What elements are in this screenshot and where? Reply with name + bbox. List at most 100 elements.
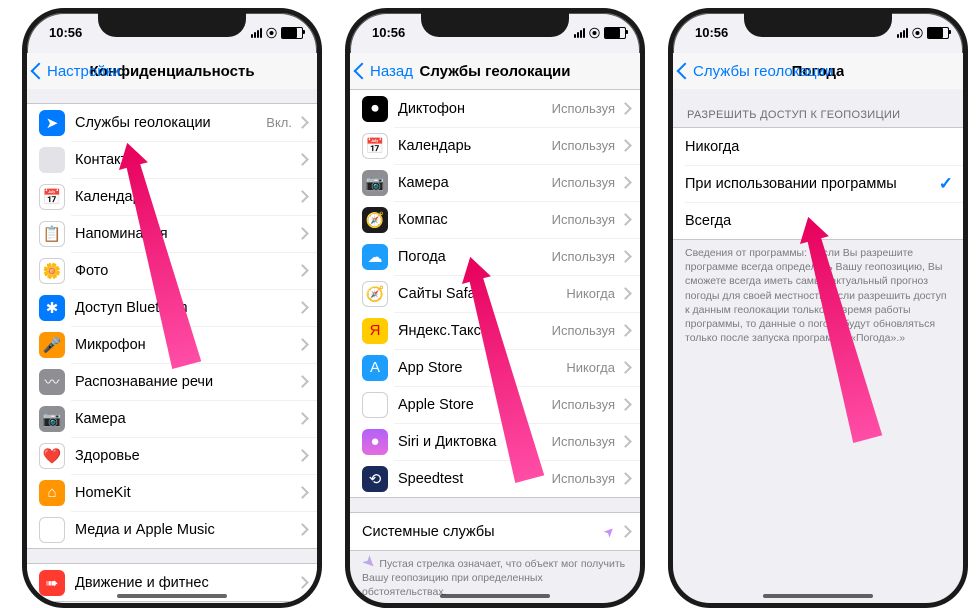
app-icon: ❤️ xyxy=(39,443,65,469)
chevron-right-icon xyxy=(296,523,309,536)
chevron-left-icon xyxy=(354,63,371,80)
settings-list: Никогда При использовании программы✓ Всегд… xyxy=(673,127,963,240)
row-label: Никогда xyxy=(685,139,953,155)
row-trailing: Используя xyxy=(552,471,640,486)
callout-arrow xyxy=(142,139,172,369)
nav-bar: НазадСлужбы геолокации xyxy=(350,53,640,90)
row-reminders[interactable]: 📋Напоминания xyxy=(27,215,317,252)
row-location-services[interactable]: ➤Службы геолокацииВкл. xyxy=(27,104,317,141)
row-calendar[interactable]: 📅 КалендарьИспользуя xyxy=(350,127,640,164)
battery-icon xyxy=(927,27,949,39)
back-label: Настройки xyxy=(47,63,121,80)
row-label: Камера xyxy=(398,175,552,191)
row-label: Камера xyxy=(75,411,298,427)
app-icon: ➤ xyxy=(39,110,65,136)
row-label: Здоровье xyxy=(75,448,298,464)
chevron-right-icon xyxy=(296,486,309,499)
chevron-right-icon xyxy=(296,227,309,240)
app-icon: 📋 xyxy=(39,221,65,247)
row-music[interactable]: ♫Медиа и Apple Music xyxy=(27,511,317,548)
chevron-right-icon xyxy=(296,116,309,129)
chevron-right-icon xyxy=(619,472,632,485)
app-icon: 📅 xyxy=(362,133,388,159)
row-health[interactable]: ❤️ Здоровье xyxy=(27,437,317,474)
row-compass[interactable]: 🧭КомпасИспользуя xyxy=(350,201,640,238)
back-button[interactable]: Назад xyxy=(356,53,413,89)
row-label: Яндекс.Такси xyxy=(398,323,552,339)
row-trailing xyxy=(298,578,317,587)
back-label: Службы геолокации xyxy=(693,63,833,80)
row-value: Используя xyxy=(552,323,615,338)
chevron-right-icon xyxy=(296,301,309,314)
footer-note: Программы, запросившие доступ к Вашим да… xyxy=(27,602,317,603)
opt-never[interactable]: Никогда xyxy=(673,128,963,165)
home-indicator xyxy=(440,594,550,598)
app-icon: 📷 xyxy=(362,170,388,196)
row-trailing xyxy=(298,414,317,423)
row-calendars[interactable]: 📅Календари xyxy=(27,178,317,215)
row-trailing: ✓ xyxy=(939,174,963,194)
battery-icon xyxy=(281,27,303,39)
row-label: Системные службы xyxy=(362,524,604,540)
back-button[interactable]: Службы геолокации xyxy=(679,53,833,89)
signal-icon xyxy=(251,28,262,38)
row-camera[interactable]: 📷 Камера xyxy=(27,400,317,437)
row-speech[interactable]: 〰Распознавание речи xyxy=(27,363,317,400)
app-icon: 📷 xyxy=(39,406,65,432)
row-value: Используя xyxy=(552,471,615,486)
phone-2: 10:56 ⦿ НазадСлужбы геолокации⏺ДиктофонИсп… xyxy=(345,8,645,608)
row-trailing: Никогда xyxy=(566,360,640,375)
row-trailing: Используя xyxy=(552,249,640,264)
row-trailing xyxy=(298,488,317,497)
row-value: Используя xyxy=(552,434,615,449)
app-icon xyxy=(39,147,65,173)
row-value: Никогда xyxy=(566,360,615,375)
row-value: Используя xyxy=(552,175,615,190)
legend-arrow-icon: ➤ xyxy=(361,555,377,571)
row-voicememos[interactable]: ⏺ДиктофонИспользуя xyxy=(350,90,640,127)
row-trailing: Используя xyxy=(552,397,640,412)
chevron-right-icon xyxy=(619,324,632,337)
chevron-right-icon xyxy=(619,435,632,448)
wifi-icon: ⦿ xyxy=(266,25,277,41)
group-header: РАЗРЕШИТЬ ДОСТУП К ГЕОПОЗИЦИИ xyxy=(673,89,963,127)
app-icon: ● xyxy=(362,429,388,455)
app-icon: A xyxy=(362,355,388,381)
row-trailing xyxy=(298,377,317,386)
app-icon: ♫ xyxy=(39,517,65,543)
row-label: Распознавание речи xyxy=(75,374,298,390)
row-label: Apple Store xyxy=(398,397,552,413)
row-value: Используя xyxy=(552,212,615,227)
row-label: Контакты xyxy=(75,152,298,168)
row-camera2[interactable]: 📷 КамераИспользуя xyxy=(350,164,640,201)
row-trailing xyxy=(298,303,317,312)
status-right: ⦿ xyxy=(897,25,949,41)
app-icon: 📅 xyxy=(39,184,65,210)
row-trailing: Используя xyxy=(552,212,640,227)
chevron-right-icon xyxy=(619,139,632,152)
row-label: Всегда xyxy=(685,213,953,229)
row-value: Используя xyxy=(552,101,615,116)
row-system-services[interactable]: Системные службы➤ xyxy=(350,513,640,550)
app-icon: 🌼 xyxy=(39,258,65,284)
row-contacts[interactable]: Контакты xyxy=(27,141,317,178)
row-trailing xyxy=(298,155,317,164)
row-trailing xyxy=(298,525,317,534)
content-area[interactable]: РАЗРЕШИТЬ ДОСТУП К ГЕОПОЗИЦИИ Никогда При … xyxy=(673,89,963,603)
app-icon: ⌂ xyxy=(39,480,65,506)
row-label: Календарь xyxy=(398,138,552,154)
row-homekit[interactable]: ⌂HomeKit xyxy=(27,474,317,511)
chevron-right-icon xyxy=(619,361,632,374)
row-trailing xyxy=(298,451,317,460)
callout-arrow xyxy=(485,253,515,483)
app-icon: 🧭 xyxy=(362,281,388,307)
row-value: Используя xyxy=(552,138,615,153)
phone-1: 10:56⦿НастройкиКонфиденциальность➤Службы… xyxy=(22,8,322,608)
home-indicator xyxy=(117,594,227,598)
row-trailing: Используя xyxy=(552,175,640,190)
chevron-right-icon xyxy=(296,190,309,203)
back-button[interactable]: Настройки xyxy=(33,53,121,89)
opt-while-using[interactable]: При использовании программы✓ xyxy=(673,165,963,202)
status-time: 10:56 xyxy=(372,25,405,40)
status-right: ⦿ xyxy=(574,25,626,41)
